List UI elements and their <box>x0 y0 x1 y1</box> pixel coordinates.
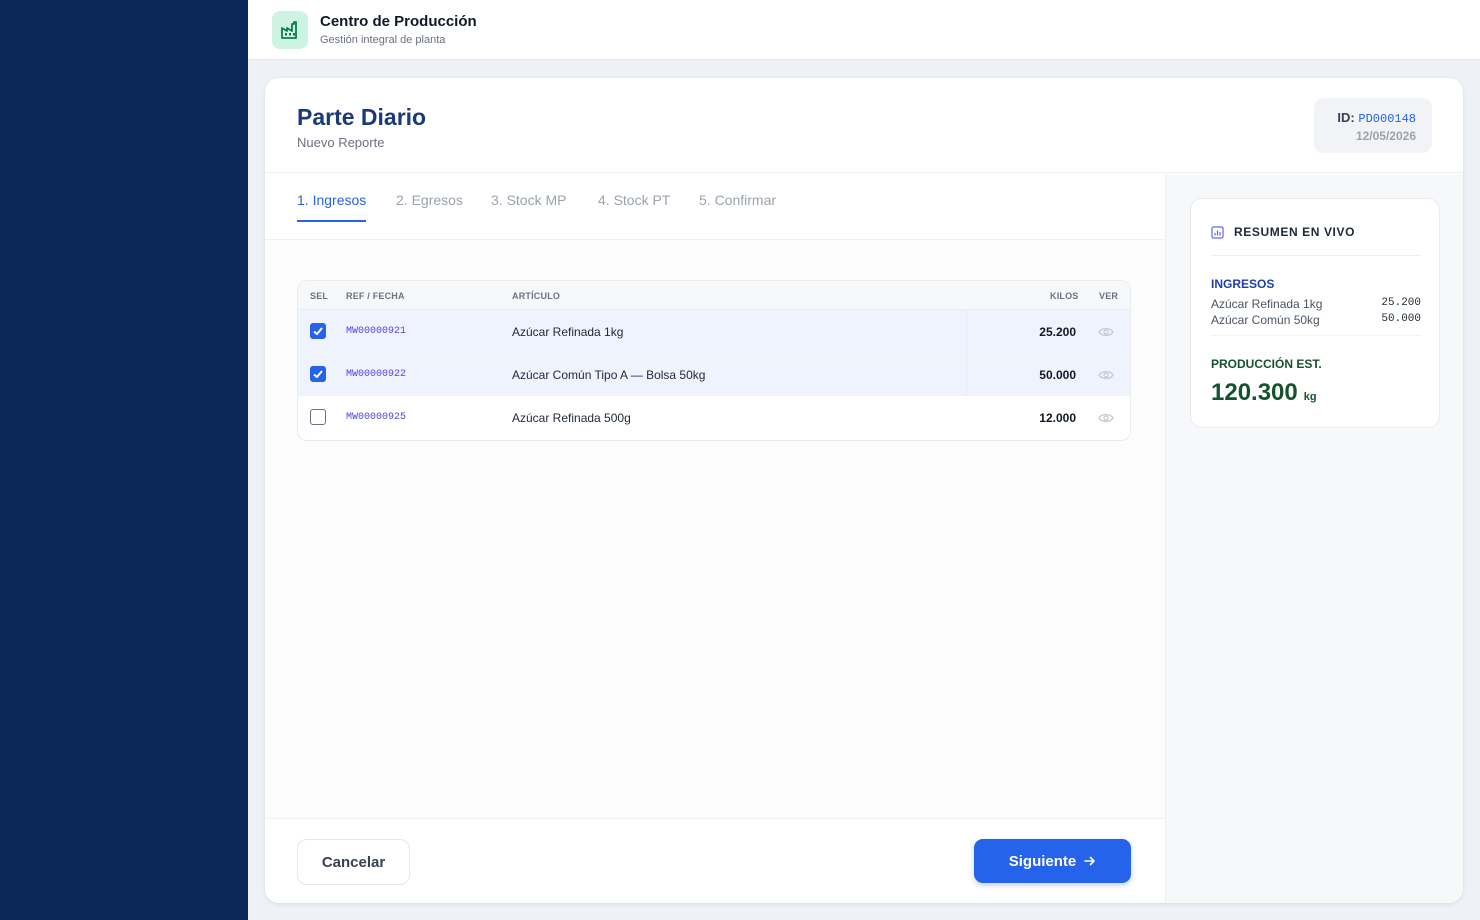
eye-icon[interactable] <box>1098 368 1114 386</box>
tab-egresos[interactable]: 2. Egresos <box>396 192 463 220</box>
live-summary-card: RESUMEN EN VIVO INGRESOS Azúcar Refinada… <box>1190 198 1440 428</box>
top-bar: Centro de Producción Gestión integral de… <box>248 0 1480 60</box>
row-checkbox[interactable] <box>310 323 326 339</box>
step-tabs: 1. Ingresos 2. Egresos 3. Stock MP 4. St… <box>265 174 1165 240</box>
next-button[interactable]: Siguiente <box>974 839 1131 883</box>
id-value: PD000148 <box>1358 112 1416 126</box>
next-button-label: Siguiente <box>1008 852 1077 870</box>
summary-item-value: 50.000 <box>1381 313 1421 325</box>
tab-stock-pt[interactable]: 4. Stock PT <box>598 192 670 220</box>
report-id-badge: ID: PD000148 12/05/2026 <box>1314 98 1432 153</box>
page-title: Parte Diario <box>297 104 427 130</box>
card-header: Parte Diario Nuevo Reporte ID: PD000148 … <box>265 78 1463 173</box>
check-icon <box>313 370 323 379</box>
row-ref[interactable]: MW00000925 <box>346 412 406 423</box>
col-ref: REF / FECHA <box>346 291 405 301</box>
ingresos-table: SEL REF / FECHA ARTÍCULO KILOS VER MW000… <box>297 280 1131 441</box>
sidebar <box>0 0 248 920</box>
card-footer: Cancelar Siguiente <box>265 818 1165 903</box>
row-checkbox[interactable] <box>310 366 326 382</box>
cancel-button[interactable]: Cancelar <box>297 839 410 885</box>
row-articulo: Azúcar Refinada 1kg <box>512 325 624 339</box>
summary-item-value: 25.200 <box>1381 297 1421 309</box>
summary-item: Azúcar Refinada 1kg 25.200 <box>1211 297 1421 311</box>
eye-icon[interactable] <box>1098 325 1114 343</box>
row-checkbox[interactable] <box>310 409 326 425</box>
row-kilos: 12.000 <box>1039 411 1076 425</box>
row-ref[interactable]: MW00000921 <box>346 326 406 337</box>
id-label: ID: <box>1337 110 1355 125</box>
tab-ingresos[interactable]: 1. Ingresos <box>297 192 367 222</box>
eye-icon[interactable] <box>1098 411 1114 429</box>
app-subtitle: Gestión integral de planta <box>320 34 446 46</box>
ingresos-label: INGRESOS <box>1211 277 1275 291</box>
row-articulo: Azúcar Común Tipo A — Bolsa 50kg <box>512 368 706 382</box>
table-header: SEL REF / FECHA ARTÍCULO KILOS VER <box>298 281 1130 310</box>
summary-item-name: Azúcar Común 50kg <box>1211 313 1320 327</box>
tab-stock-mp[interactable]: 3. Stock MP <box>491 192 566 220</box>
main-panel: 1. Ingresos 2. Egresos 3. Stock MP 4. St… <box>265 174 1165 819</box>
row-kilos: 50.000 <box>1039 368 1076 382</box>
summary-item-name: Azúcar Refinada 1kg <box>1211 297 1323 311</box>
summary-item: Azúcar Común 50kg 50.000 <box>1211 313 1421 327</box>
page-subtitle: Nuevo Reporte <box>297 135 385 150</box>
row-kilos: 25.200 <box>1039 325 1076 339</box>
col-articulo: ARTÍCULO <box>512 291 561 301</box>
produccion-value: 120.300 <box>1211 379 1298 406</box>
table-row: MW00000925 Azúcar Refinada 500g 12.000 <box>298 396 1130 439</box>
produccion-unit: kg <box>1303 391 1317 403</box>
col-sel: SEL <box>310 291 329 301</box>
report-date: 12/05/2026 <box>1355 129 1416 143</box>
table-row: MW00000921 Azúcar Refinada 1kg 25.200 <box>298 310 1130 353</box>
produccion-label: PRODUCCIÓN EST. <box>1211 357 1322 371</box>
arrow-right-icon <box>1084 856 1096 866</box>
summary-panel: RESUMEN EN VIVO INGRESOS Azúcar Refinada… <box>1165 174 1463 903</box>
row-ref[interactable]: MW00000922 <box>346 369 406 380</box>
chart-icon <box>1211 225 1224 239</box>
tab-confirmar[interactable]: 5. Confirmar <box>699 192 776 220</box>
summary-title: RESUMEN EN VIVO <box>1234 225 1356 239</box>
col-ver: VER <box>1099 291 1119 301</box>
row-articulo: Azúcar Refinada 500g <box>512 411 631 425</box>
col-kilos: KILOS <box>1050 291 1079 301</box>
factory-icon <box>272 10 308 49</box>
check-icon <box>313 327 323 336</box>
report-card: Parte Diario Nuevo Reporte ID: PD000148 … <box>265 78 1463 903</box>
table-row: MW00000922 Azúcar Común Tipo A — Bolsa 5… <box>298 353 1130 396</box>
app-title: Centro de Producción <box>320 13 477 30</box>
